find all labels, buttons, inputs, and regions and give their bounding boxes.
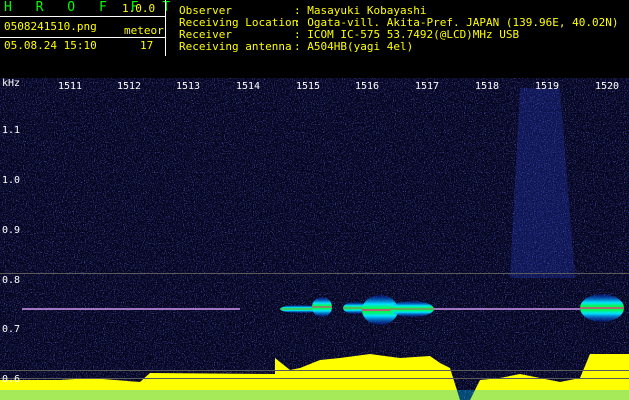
header-divider bbox=[0, 16, 165, 17]
y-axis-unit: kHz bbox=[2, 78, 21, 89]
header-divider bbox=[0, 37, 165, 38]
meteor-label: meteor bbox=[124, 24, 164, 37]
time-tick-label: 1519 bbox=[535, 81, 560, 92]
time-tick-label: 1518 bbox=[475, 81, 500, 92]
reference-line bbox=[0, 273, 629, 274]
meteor-echo bbox=[390, 301, 434, 317]
signal-baseline bbox=[0, 390, 629, 400]
y-tick-label: 0.6 bbox=[2, 374, 21, 385]
header-panel: H R O F F T 1.0.0 0508241510.png meteor … bbox=[0, 0, 629, 78]
antenna-value: : A504HB(yagi 4el) bbox=[294, 40, 414, 53]
time-tick-label: 1513 bbox=[176, 81, 201, 92]
y-tick-label: 1.1 bbox=[2, 125, 21, 136]
meteor-echo bbox=[580, 294, 624, 322]
time-tick-label: 1511 bbox=[58, 81, 83, 92]
time-tick-label: 1515 bbox=[296, 81, 321, 92]
meteor-echo bbox=[312, 297, 332, 317]
meteor-count: 17 bbox=[140, 39, 154, 52]
y-tick-label: 0.8 bbox=[2, 275, 21, 286]
y-tick-label: 0.9 bbox=[2, 225, 21, 236]
spectrogram-panel: kHz 1.1 1.0 0.9 0.8 0.7 0.6 1511 1512 15… bbox=[0, 78, 629, 400]
time-tick-label: 1517 bbox=[415, 81, 440, 92]
spectrogram-image bbox=[0, 78, 629, 400]
time-tick-label: 1520 bbox=[595, 81, 620, 92]
capture-datetime: 05.08.24 15:10 bbox=[4, 39, 97, 52]
time-tick-label: 1514 bbox=[236, 81, 261, 92]
time-tick-label: 1516 bbox=[355, 81, 380, 92]
app-version: 1.0.0 bbox=[122, 2, 156, 15]
reference-line bbox=[0, 370, 629, 371]
header-divider bbox=[165, 0, 166, 56]
antenna-label: Receiving antenna bbox=[179, 40, 292, 53]
y-tick-label: 1.0 bbox=[2, 175, 21, 186]
reference-line bbox=[0, 378, 629, 379]
image-filename: 0508241510.png bbox=[4, 20, 97, 33]
y-tick-label: 0.7 bbox=[2, 324, 21, 335]
time-tick-label: 1512 bbox=[117, 81, 142, 92]
